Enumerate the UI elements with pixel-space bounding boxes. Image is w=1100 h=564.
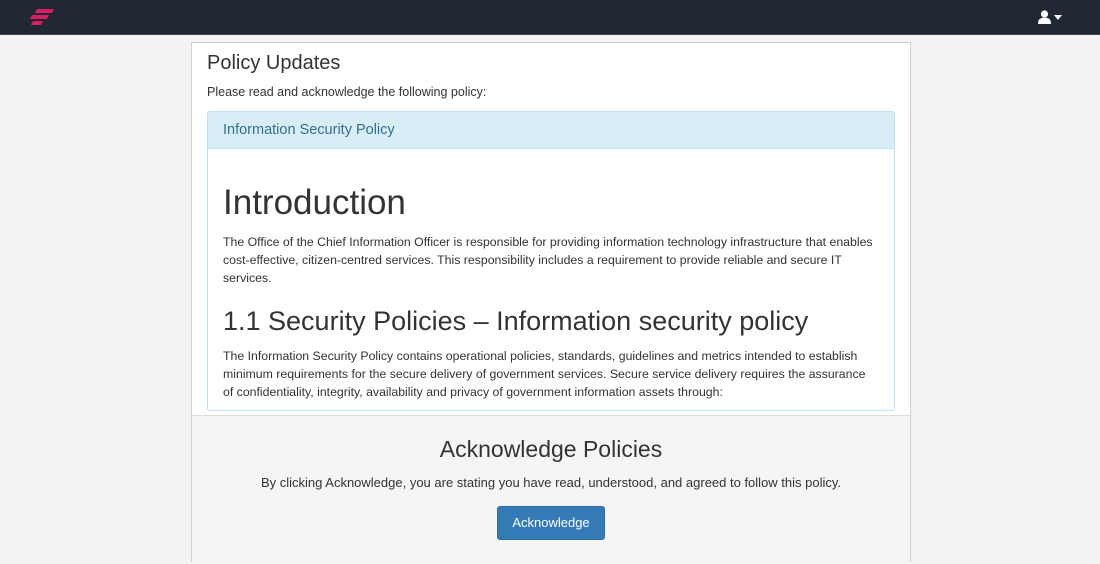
policy-intro-paragraph: The Office of the Chief Information Offi… — [223, 235, 873, 285]
policy-updates-card: Policy Updates Please read and acknowled… — [191, 42, 911, 564]
acknowledge-section: Acknowledge Policies By clicking Acknowl… — [192, 415, 910, 564]
policy-document-body[interactable]: Introduction The Office of the Chief Inf… — [208, 149, 894, 410]
policy-panel[interactable]: Information Security Policy Introduction… — [207, 111, 895, 411]
page-title: Policy Updates — [207, 52, 341, 74]
brand-logo-icon[interactable] — [28, 7, 56, 27]
page-subtitle: Please read and acknowledge the followin… — [207, 85, 487, 99]
acknowledge-button[interactable]: Acknowledge — [497, 506, 605, 540]
caret-down-icon — [1054, 14, 1062, 20]
acknowledge-title: Acknowledge Policies — [439, 436, 663, 462]
policy-panel-header: Information Security Policy — [208, 112, 894, 149]
policy-section-paragraph: The Information Security Policy contains… — [223, 349, 866, 399]
policy-heading: Introduction — [223, 183, 406, 222]
acknowledge-text: By clicking Acknowledge, you are stating… — [260, 475, 842, 490]
user-menu-toggle[interactable] — [1038, 8, 1062, 26]
policy-section-heading: 1.1 Security Policies – Information secu… — [223, 306, 809, 336]
top-navbar — [0, 0, 1100, 35]
user-icon — [1038, 10, 1051, 24]
